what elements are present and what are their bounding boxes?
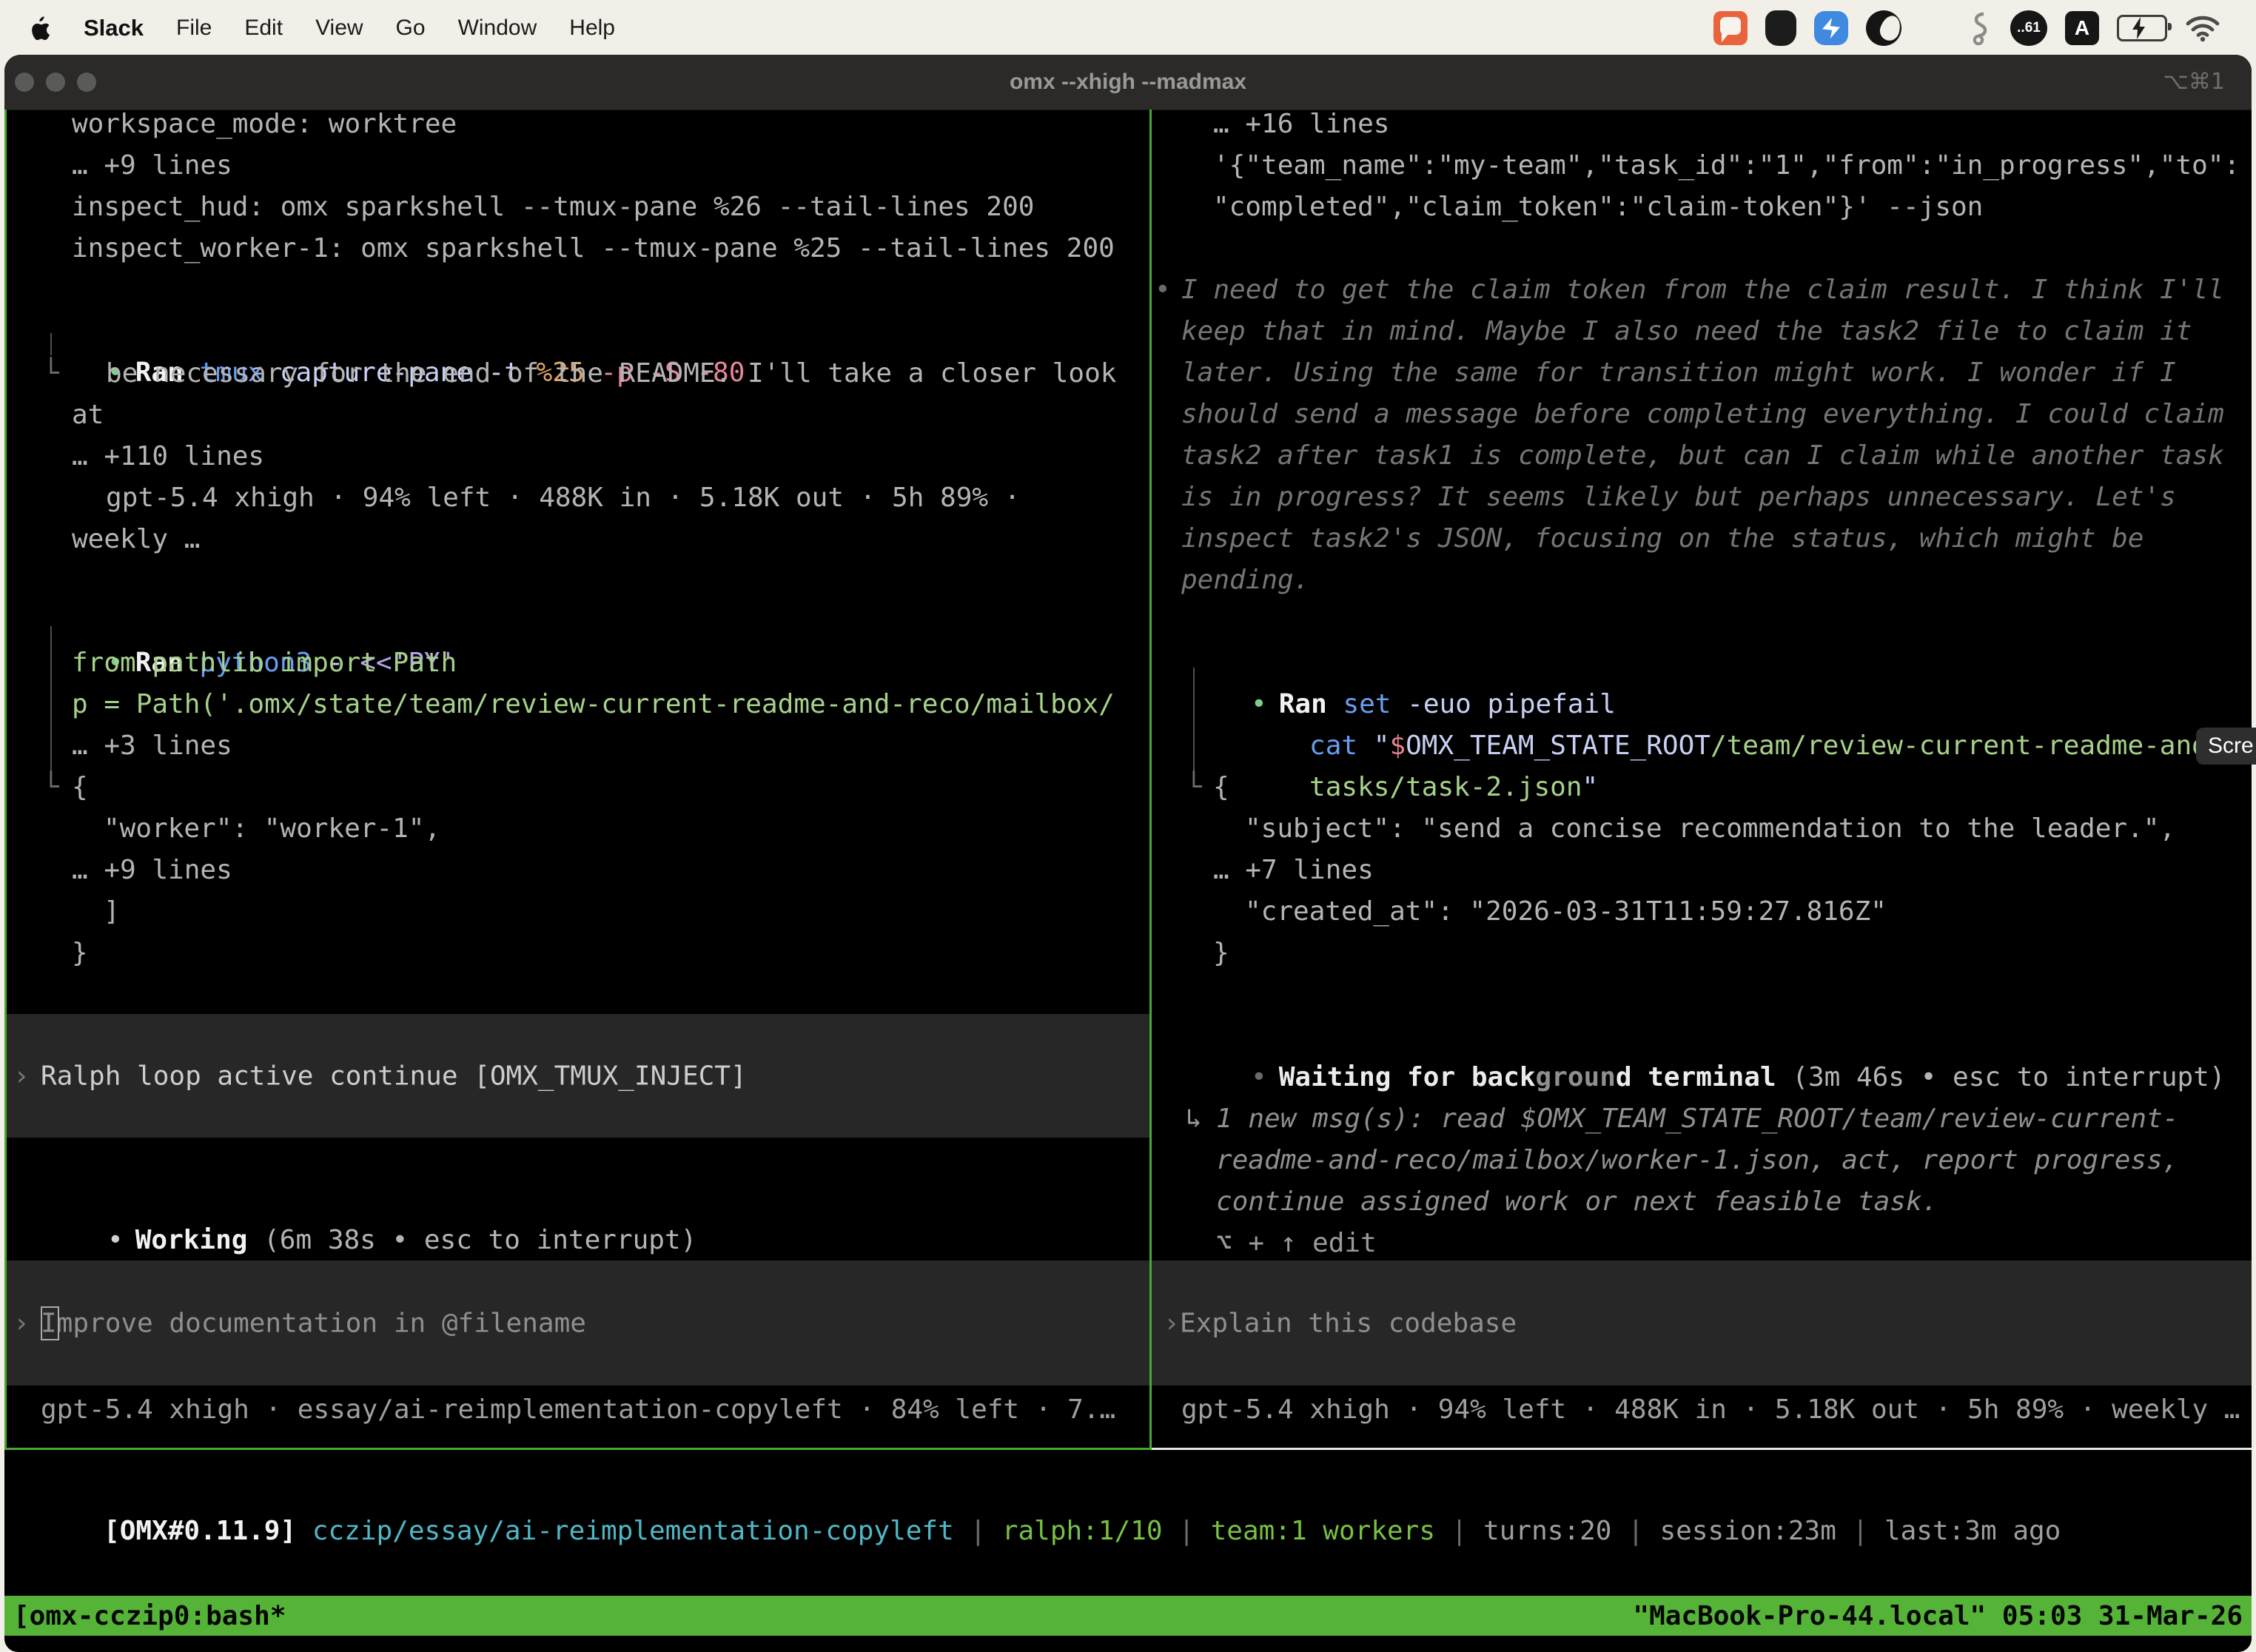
terminal-window: omx --xhigh --madmax ⌥⌘1 [omx-cczip0:bas… — [4, 55, 2252, 1652]
count-badge-icon[interactable]: ..61 — [2010, 10, 2047, 46]
window-shortcut-badge: ⌥⌘1 — [2163, 55, 2225, 110]
tmux-host-clock: "MacBook-Pro-44.local" 05:03 31-Mar-26 — [1633, 1601, 2243, 1631]
crescent-app-icon[interactable] — [1866, 10, 1901, 46]
menu-item-edit[interactable]: Edit — [244, 16, 283, 41]
menu-item-help[interactable]: Help — [569, 16, 615, 41]
menu-item-view[interactable]: View — [315, 16, 363, 41]
battery-icon[interactable] — [2117, 15, 2167, 41]
menu-bar: Slack File Edit View Go Window Help ..61… — [0, 0, 2256, 56]
menu-app-name[interactable]: Slack — [84, 15, 144, 41]
window-title: omx --xhigh --madmax — [4, 55, 2252, 110]
squiggle-icon[interactable] — [1967, 11, 1993, 45]
tmux-status-bar: [omx-cczip0:bash* "MacBook-Pro-44.local"… — [4, 1596, 2252, 1636]
menu-item-file[interactable]: File — [176, 16, 212, 41]
wifi-icon[interactable] — [2185, 14, 2220, 42]
menu-item-window[interactable]: Window — [458, 16, 537, 41]
desktop: Slack File Edit View Go Window Help ..61… — [0, 0, 2256, 1652]
apple-menu-icon[interactable] — [29, 15, 51, 41]
grid-dots-icon[interactable] — [1919, 13, 1950, 44]
menu-item-go[interactable]: Go — [396, 16, 426, 41]
chat-app-icon[interactable] — [1713, 11, 1748, 45]
window-title-bar[interactable]: omx --xhigh --madmax ⌥⌘1 — [4, 55, 2252, 110]
input-source-icon[interactable]: A — [2065, 11, 2099, 45]
keypad-shield-icon[interactable] — [1765, 10, 1796, 46]
tmux-session-label[interactable]: [omx-cczip0:bash* — [13, 1601, 286, 1631]
blue-bolt-icon[interactable] — [1814, 11, 1848, 45]
